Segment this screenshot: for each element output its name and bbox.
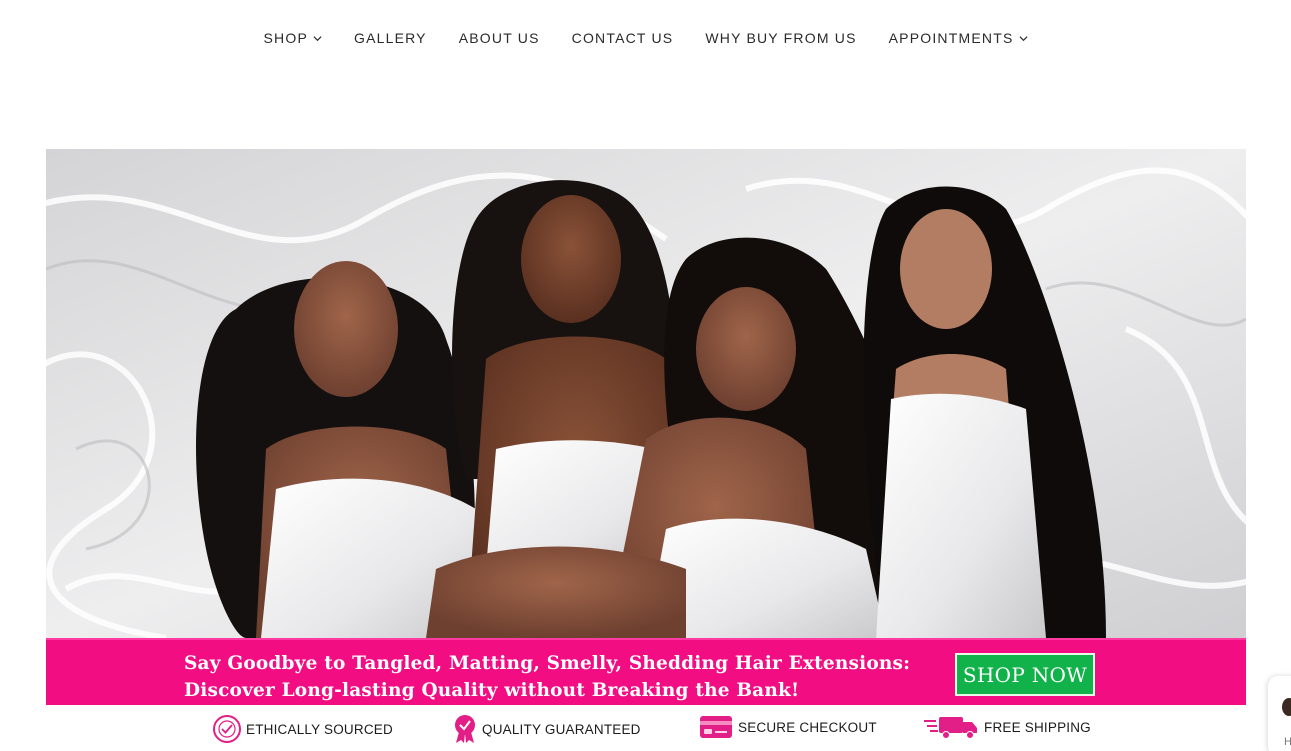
- nav-item-label: SHOP: [263, 30, 308, 46]
- chevron-down-icon: [1018, 35, 1028, 41]
- nav-item-label: ABOUT US: [458, 30, 540, 46]
- award-ribbon-icon: [455, 715, 475, 743]
- promo-line-2: Discover Long-lasting Quality without Br…: [184, 680, 800, 701]
- feature-label: SECURE CHECKOUT: [738, 719, 877, 735]
- feature-label: ETHICALLY SOURCED: [246, 721, 393, 737]
- shop-now-button[interactable]: SHOP NOW: [955, 653, 1095, 696]
- nav-item-about-us[interactable]: ABOUT US: [443, 30, 556, 46]
- nav-item-label: APPOINTMENTS: [888, 30, 1014, 46]
- ethically-sourced-stamp-icon: [213, 715, 241, 743]
- nav-item-why-buy-from-us[interactable]: WHY BUY FROM US: [689, 30, 872, 46]
- hero-models-illustration: [46, 149, 1246, 638]
- promo-headline: Say Goodbye to Tangled, Matting, Smelly,…: [184, 650, 910, 704]
- feature-quality-guaranteed: QUALITY GUARANTEED: [452, 714, 641, 744]
- hero-banner-image[interactable]: [46, 149, 1246, 638]
- feature-ethically-sourced: ETHICALLY SOURCED: [212, 714, 393, 744]
- credit-card-icon: [700, 716, 732, 738]
- delivery-truck-icon: [924, 717, 977, 739]
- feature-secure-checkout: SECURE CHECKOUT: [698, 714, 877, 740]
- nav-item-shop[interactable]: SHOP: [248, 30, 338, 46]
- nav-item-gallery[interactable]: GALLERY: [338, 30, 443, 46]
- feature-label: QUALITY GUARANTEED: [482, 721, 641, 737]
- feature-label: FREE SHIPPING: [984, 719, 1091, 735]
- widget-letter: H: [1284, 736, 1291, 748]
- promo-line-1: Say Goodbye to Tangled, Matting, Smelly,…: [184, 653, 911, 674]
- side-popup-widget[interactable]: H: [1268, 676, 1291, 751]
- feature-free-shipping: FREE SHIPPING: [924, 714, 1091, 740]
- nav-item-label: CONTACT US: [571, 30, 674, 46]
- promo-banner: Say Goodbye to Tangled, Matting, Smelly,…: [46, 638, 1246, 705]
- nav-item-label: WHY BUY FROM US: [705, 30, 857, 46]
- avatar: [1282, 698, 1291, 716]
- nav-item-contact-us[interactable]: CONTACT US: [556, 30, 690, 46]
- nav-item-appointments[interactable]: APPOINTMENTS: [873, 30, 1044, 46]
- chevron-down-icon: [313, 35, 322, 41]
- nav-item-label: GALLERY: [353, 30, 427, 46]
- features-strip: ETHICALLY SOURCED QUALITY GUARANTEED SEC…: [46, 708, 1246, 751]
- main-navigation: SHOP GALLERY ABOUT US CONTACT US WHY BUY…: [0, 0, 1291, 76]
